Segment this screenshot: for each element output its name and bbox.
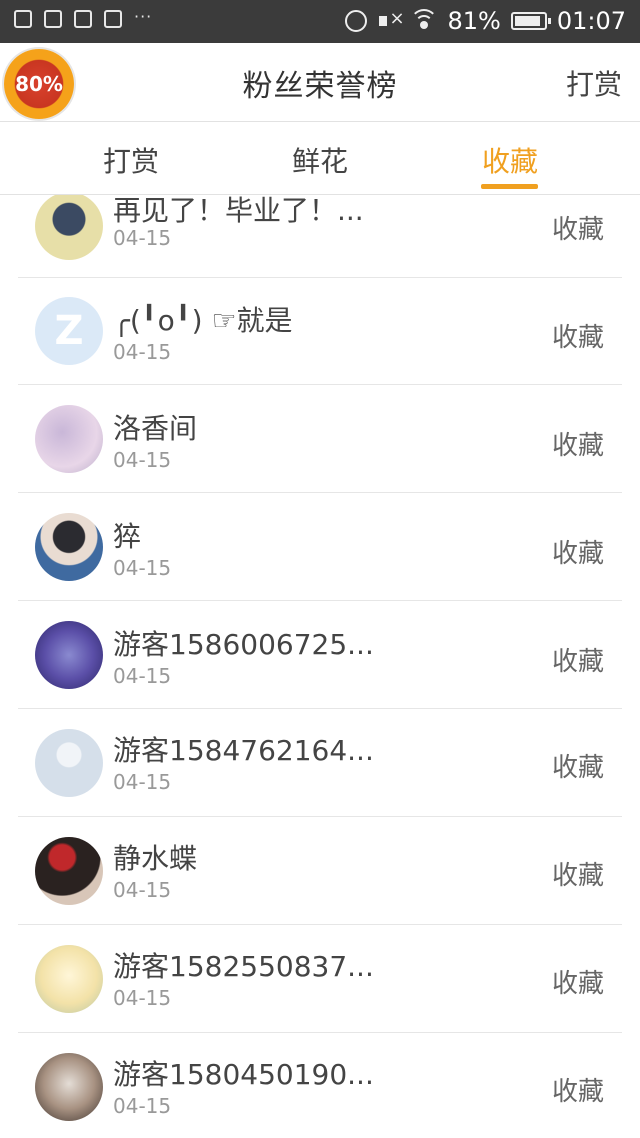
active-tab-indicator [481,184,538,189]
date-label: 04-15 [113,664,172,688]
user-name: 游客1584762164... [113,734,374,767]
user-name: ╭(╹o╹) ☞就是 [113,304,293,337]
clock: 01:07 [556,7,626,35]
app-header: 80% 粉丝荣誉榜 打赏 [0,43,640,122]
date-label: 04-15 [113,226,172,250]
favorite-label: 收藏 [551,647,604,677]
default-avatar-icon [35,729,103,797]
avatar [35,945,103,1013]
avatar [35,195,103,260]
date-label: 04-15 [113,878,172,902]
avatar [35,405,103,473]
tab-favorites[interactable]: 收藏 [482,140,538,180]
system-icons: 81% 01:07 [345,7,626,35]
avatar [35,837,103,905]
date-label: 04-15 [113,986,172,1010]
favorite-label: 收藏 [551,861,604,891]
status-bar: ··· 81% 01:07 [0,0,640,43]
user-name: 游客1580450190... [113,1058,374,1091]
notification-icons: ··· [14,6,153,28]
tab-reward[interactable]: 打赏 [103,140,159,180]
avatar [35,621,103,689]
list-item[interactable]: Z ╭(╹o╹) ☞就是 04-15 收藏 [18,277,622,385]
list-item[interactable]: 游客1584762164... 04-15 收藏 [18,709,622,817]
avatar [35,1053,103,1121]
date-label: 04-15 [113,556,172,580]
user-name: 再见了！毕业了！... [113,195,364,227]
favorite-label: 收藏 [551,1077,604,1107]
wifi-icon [410,9,439,31]
page-title: 粉丝荣誉榜 [242,69,398,104]
package-icon [74,10,92,28]
date-label: 04-15 [113,1094,172,1118]
date-label: 04-15 [113,770,172,794]
favorite-label: 收藏 [551,215,604,245]
favorite-label: 收藏 [551,753,604,783]
list-item[interactable]: 静水蝶 04-15 收藏 [18,817,622,925]
package-icon [44,10,62,28]
package-icon [104,10,122,28]
list-item[interactable]: 游客1580450190... 04-15 收藏 [18,1033,622,1138]
favorite-label: 收藏 [551,969,604,999]
user-name: 洛香间 [113,412,198,445]
list-item[interactable]: 游客1586006725... 04-15 收藏 [18,601,622,709]
user-name: 静水蝶 [113,842,198,875]
list-item[interactable]: 猝 04-15 收藏 [18,493,622,601]
default-avatar-icon: Z [35,297,103,365]
battery-icon [510,12,551,30]
fans-list: 再见了！毕业了！... 04-15 收藏 Z ╭(╹o╹) ☞就是 04-15 … [0,195,640,1138]
user-name: 猝 [113,520,142,553]
list-item[interactable]: 再见了！毕业了！... 04-15 收藏 [18,195,622,278]
date-label: 04-15 [113,340,172,364]
tab-bar: 打赏 鲜花 收藏 [0,122,640,195]
reward-button[interactable]: 打赏 [566,63,622,103]
list-item[interactable]: 洛香间 04-15 收藏 [18,385,622,493]
favorite-label: 收藏 [551,539,604,569]
user-name: 游客1586006725... [113,628,374,661]
overflow-dots: ··· [134,6,153,26]
favorite-label: 收藏 [551,431,604,461]
vibrate-icon [345,10,368,32]
tab-flowers[interactable]: 鲜花 [292,140,348,180]
battery-percent: 81% [447,7,501,35]
avatar [35,513,103,581]
date-label: 04-15 [113,448,172,472]
mute-icon [377,8,405,32]
favorite-label: 收藏 [551,323,604,353]
image-icon [14,10,32,28]
list-item[interactable]: 游客1582550837... 04-15 收藏 [18,925,622,1033]
user-name: 游客1582550837... [113,950,374,983]
